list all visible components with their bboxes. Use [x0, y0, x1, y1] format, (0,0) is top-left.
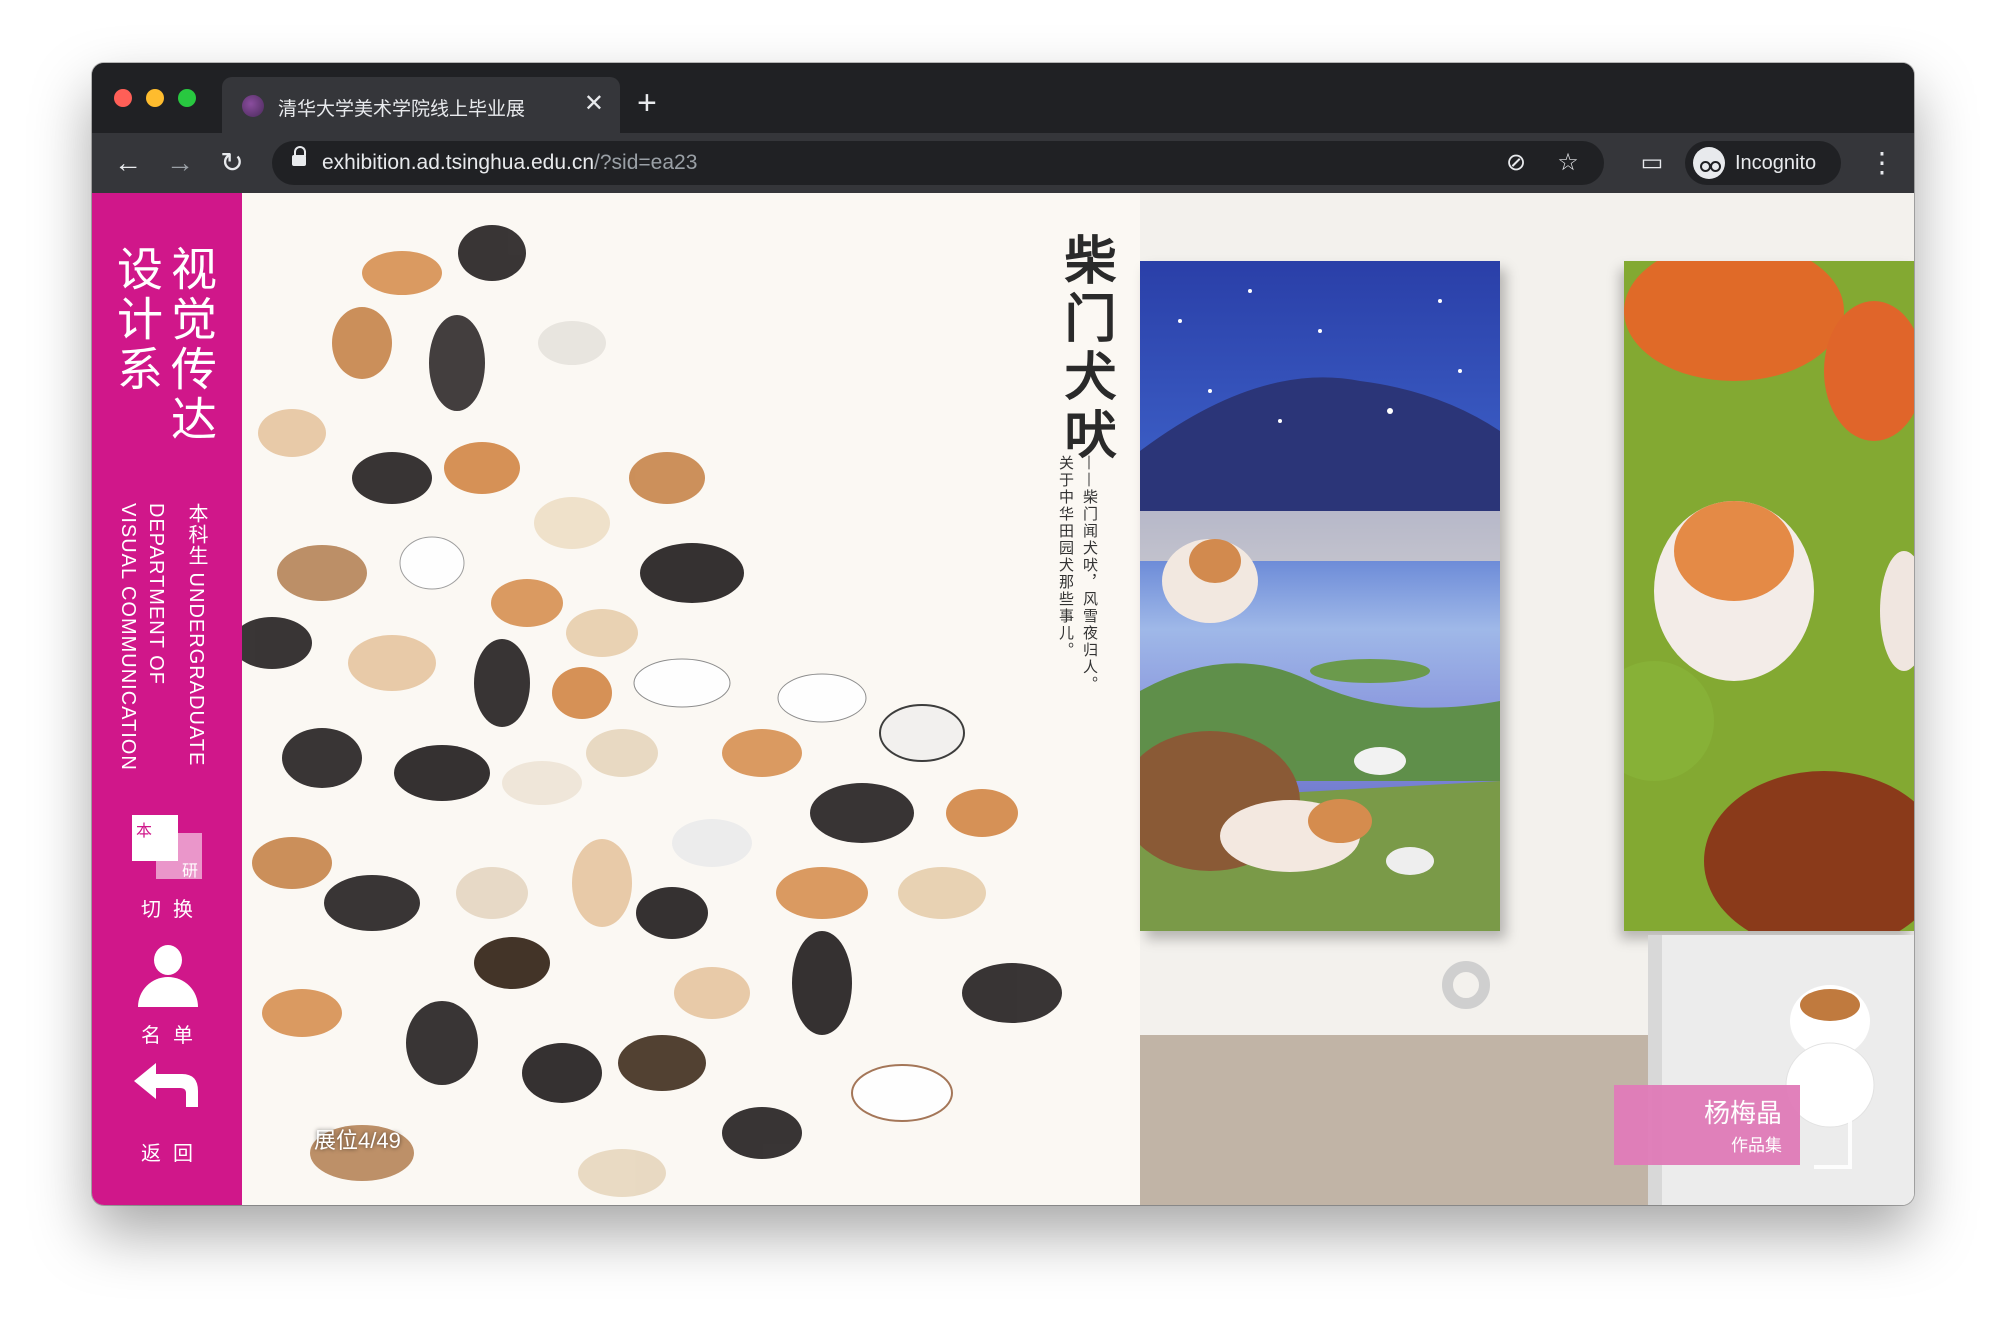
browser-tab[interactable]: 清华大学美术学院线上毕业展 ✕	[222, 77, 620, 133]
dept-name-line2: 设计系	[111, 245, 163, 395]
incognito-icon	[1693, 147, 1725, 179]
browser-window: 清华大学美术学院线上毕业展 ✕ + ← → ↻ exhibition.ad.ts…	[92, 63, 1914, 1205]
tab-close-icon[interactable]: ✕	[584, 89, 604, 119]
reload-icon[interactable]: ↻	[216, 147, 248, 179]
favicon-icon	[242, 95, 264, 117]
featured-artwork[interactable]: 柴门犬吠 ——柴门闻犬吠，风雪夜归人。 关于中华田园犬那些事儿。 展位4/49	[242, 193, 1140, 1205]
roster-label[interactable]: 名单	[92, 1019, 242, 1048]
dept-name-line1: 视觉传达	[165, 245, 217, 445]
painting-meadow-dogs[interactable]	[1624, 261, 1914, 931]
tab-title: 清华大学美术学院线上毕业展	[278, 99, 526, 120]
tag-bracket	[1814, 1091, 1852, 1169]
close-window-button[interactable]	[114, 89, 132, 107]
star-icon[interactable]: ☆	[1554, 149, 1582, 177]
address-bar[interactable]: exhibition.ad.tsinghua.edu.cn/?sid=ea23 …	[272, 141, 1604, 185]
dept-en-line2: DEPARTMENT OF	[145, 503, 167, 685]
artist-tag[interactable]: 杨梅晶 作品集	[1614, 1085, 1800, 1165]
viewpoint-marker-icon[interactable]	[1442, 961, 1490, 1009]
portfolio-link[interactable]: 作品集	[1731, 1131, 1782, 1156]
title-bar: 清华大学美术学院线上毕业展 ✕ +	[92, 63, 1914, 133]
artwork-subtitle-line2: 关于中华田园犬那些事儿。	[1057, 455, 1075, 659]
artist-name: 杨梅晶	[1703, 1098, 1782, 1128]
roster-person-icon[interactable]	[134, 945, 200, 1011]
switch-label[interactable]: 切换	[92, 893, 242, 922]
department-sidebar: 视觉传达 设计系 本科生 UNDERGRADUATE DEPARTMENT OF…	[92, 193, 242, 1205]
artwork-subtitle-line1: ——柴门闻犬吠，风雪夜归人。	[1081, 455, 1099, 693]
dogs-illustration	[242, 225, 1062, 1197]
artwork-title: 柴门犬吠	[1055, 233, 1116, 465]
incognito-badge[interactable]: Incognito	[1685, 141, 1841, 185]
page-content: 视觉传达 设计系 本科生 UNDERGRADUATE DEPARTMENT OF…	[92, 193, 1914, 1205]
url-text[interactable]: exhibition.ad.tsinghua.edu.cn/?sid=ea23	[322, 151, 697, 175]
gallery-floor	[1140, 1035, 1660, 1205]
incognito-label: Incognito	[1735, 152, 1817, 174]
return-arrow-icon[interactable]	[130, 1061, 202, 1117]
menu-dots-icon[interactable]: ⋮	[1866, 147, 1898, 179]
booth-counter: 展位4/49	[314, 1128, 401, 1153]
dept-en-line1: 本科生 UNDERGRADUATE	[185, 503, 207, 767]
cast-icon[interactable]: ▭	[1636, 147, 1668, 179]
return-label[interactable]: 返回	[92, 1137, 242, 1166]
lock-icon	[292, 146, 306, 166]
back-arrow-icon[interactable]: ←	[112, 147, 144, 179]
new-tab-button[interactable]: +	[637, 83, 657, 123]
eye-off-icon[interactable]: ⊘	[1502, 149, 1530, 177]
maximize-window-button[interactable]	[178, 89, 196, 107]
switch-level-icon[interactable]: 本 研	[132, 815, 204, 881]
browser-toolbar: ← → ↻ exhibition.ad.tsinghua.edu.cn/?sid…	[92, 133, 1914, 193]
minimize-window-button[interactable]	[146, 89, 164, 107]
forward-arrow-icon[interactable]: →	[164, 147, 196, 179]
dept-en-line3: VISUAL COMMUNICATION	[117, 503, 139, 771]
painting-lake-dogs[interactable]	[1140, 261, 1500, 931]
